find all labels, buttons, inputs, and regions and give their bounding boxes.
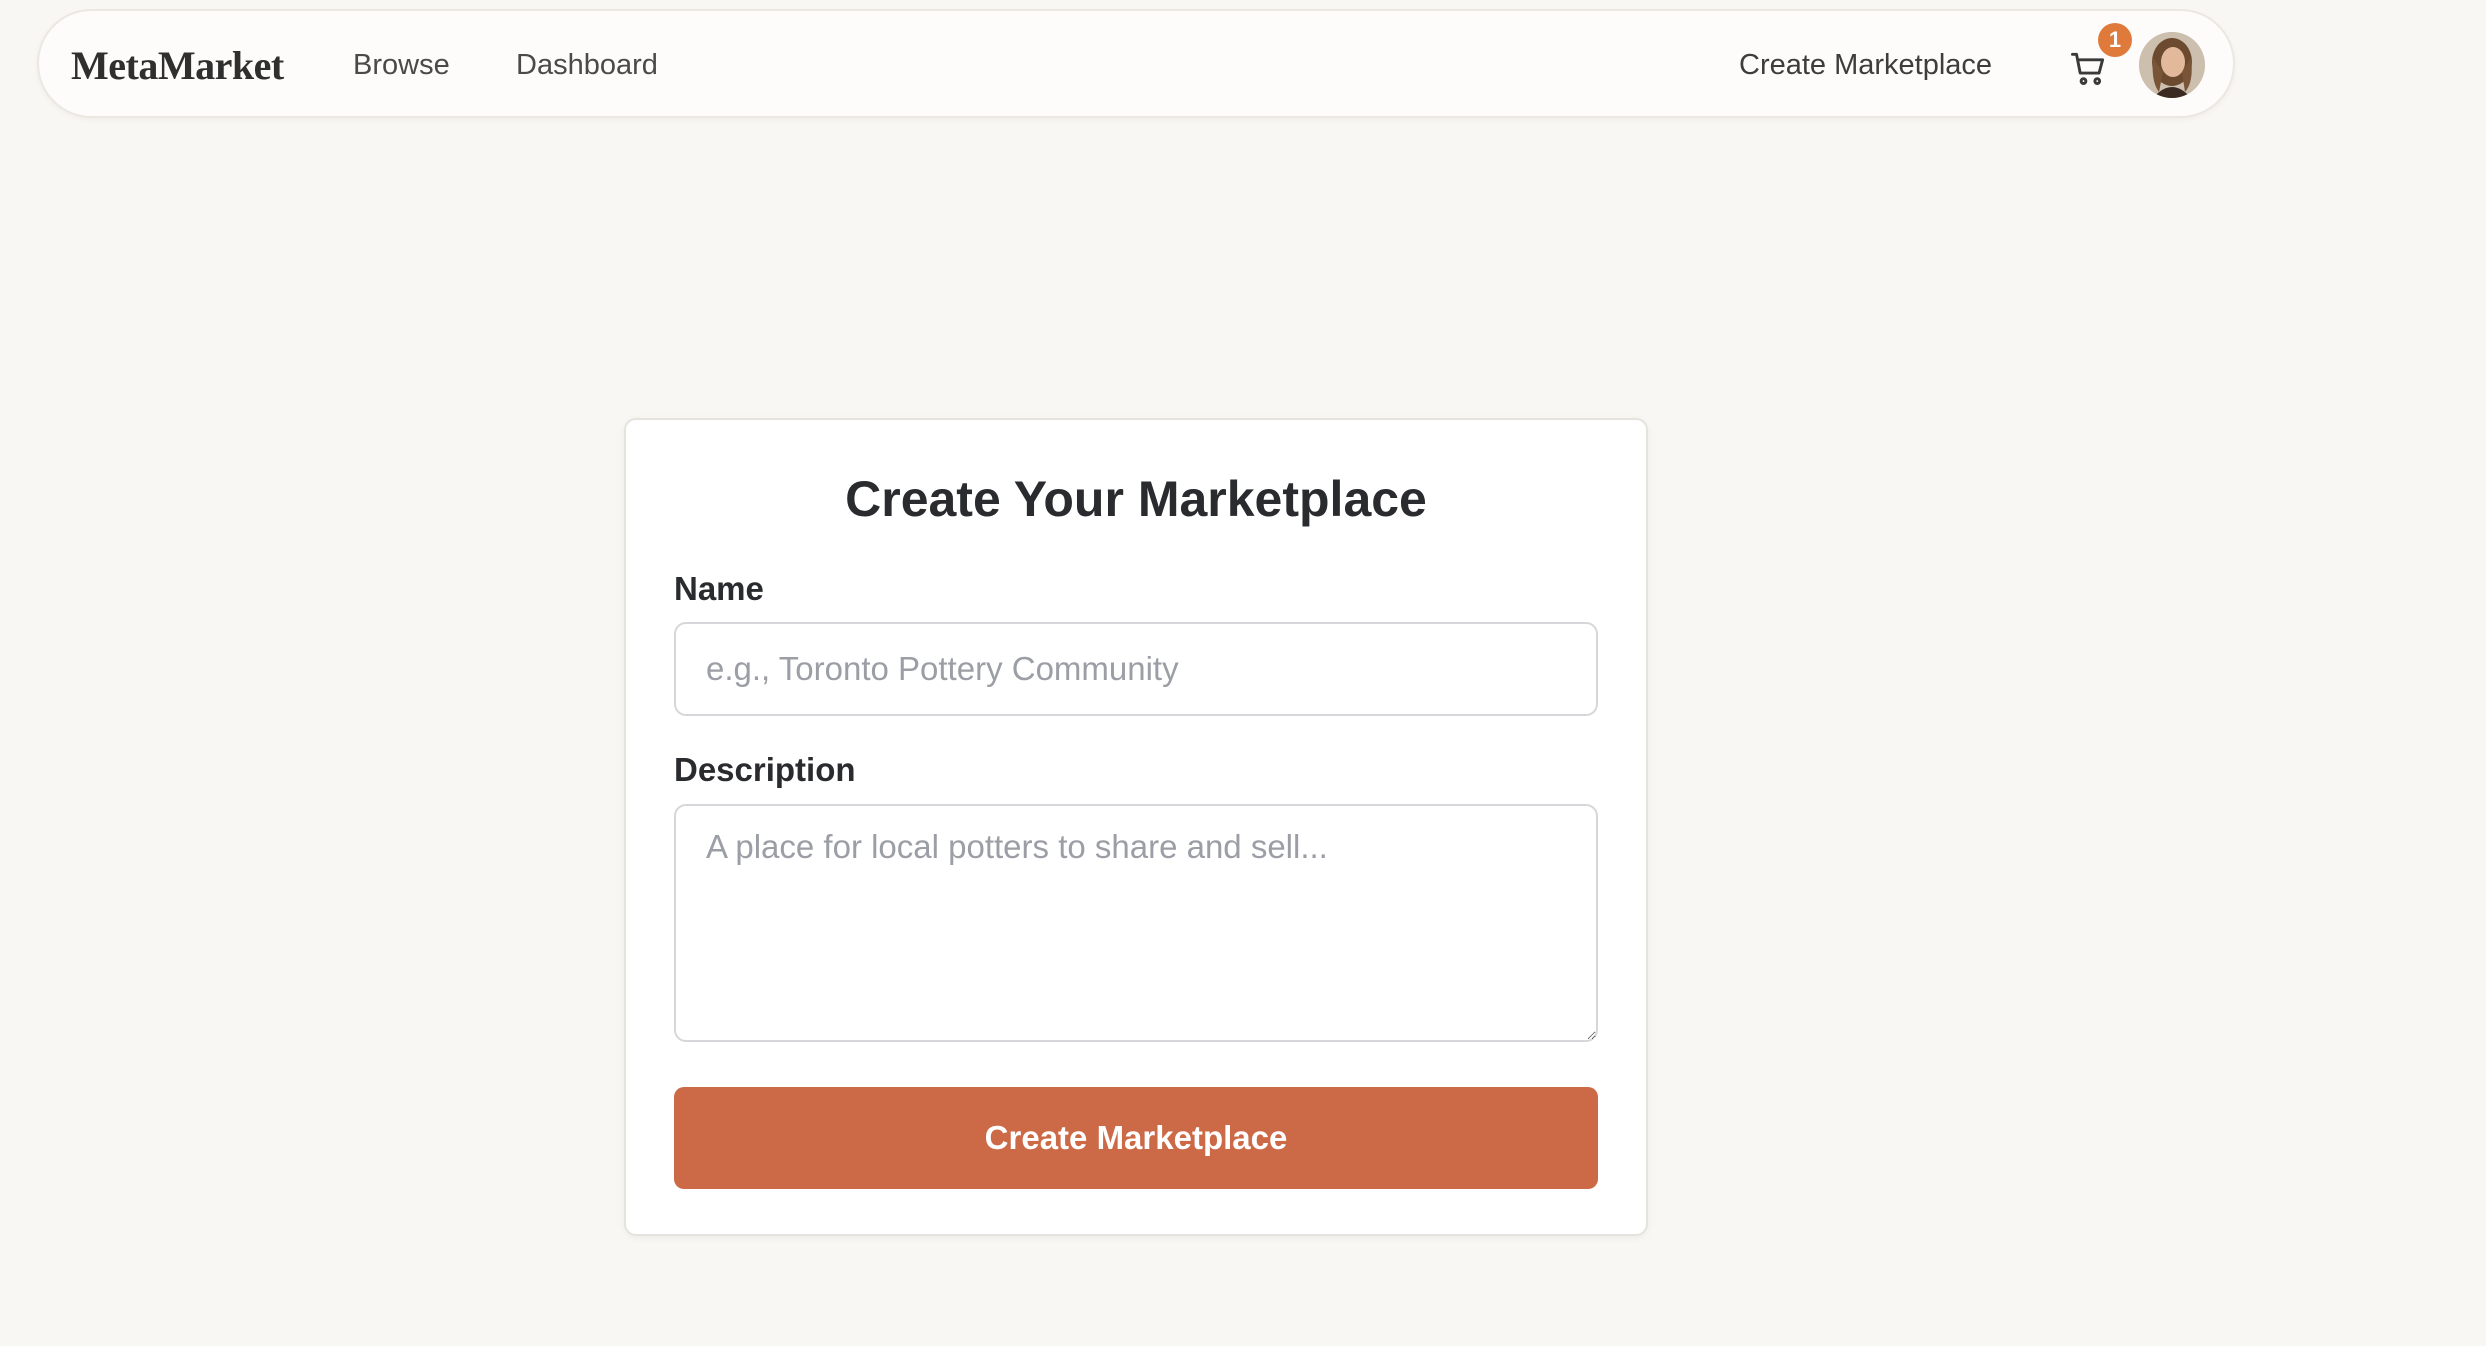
nav-link-browse[interactable]: Browse (353, 11, 450, 120)
page: MetaMarket Browse Dashboard Create Marke… (0, 0, 2486, 1346)
form-title: Create Your Marketplace (845, 471, 1427, 527)
name-input[interactable] (674, 622, 1598, 716)
user-avatar[interactable] (2139, 32, 2205, 98)
cart-count-badge: 1 (2098, 23, 2132, 57)
description-label: Description (674, 751, 856, 788)
name-label: Name (674, 570, 764, 607)
description-textarea[interactable] (674, 804, 1598, 1042)
brand-logo[interactable]: MetaMarket (71, 11, 284, 120)
nav-link-dashboard[interactable]: Dashboard (516, 11, 658, 120)
create-marketplace-card: Create Your Marketplace Name Description… (624, 418, 1648, 1236)
nav-link-create-marketplace[interactable]: Create Marketplace (1739, 11, 1992, 120)
avatar-image (2139, 32, 2205, 98)
top-navbar: MetaMarket Browse Dashboard Create Marke… (37, 9, 2235, 118)
create-marketplace-button[interactable]: Create Marketplace (674, 1087, 1598, 1189)
